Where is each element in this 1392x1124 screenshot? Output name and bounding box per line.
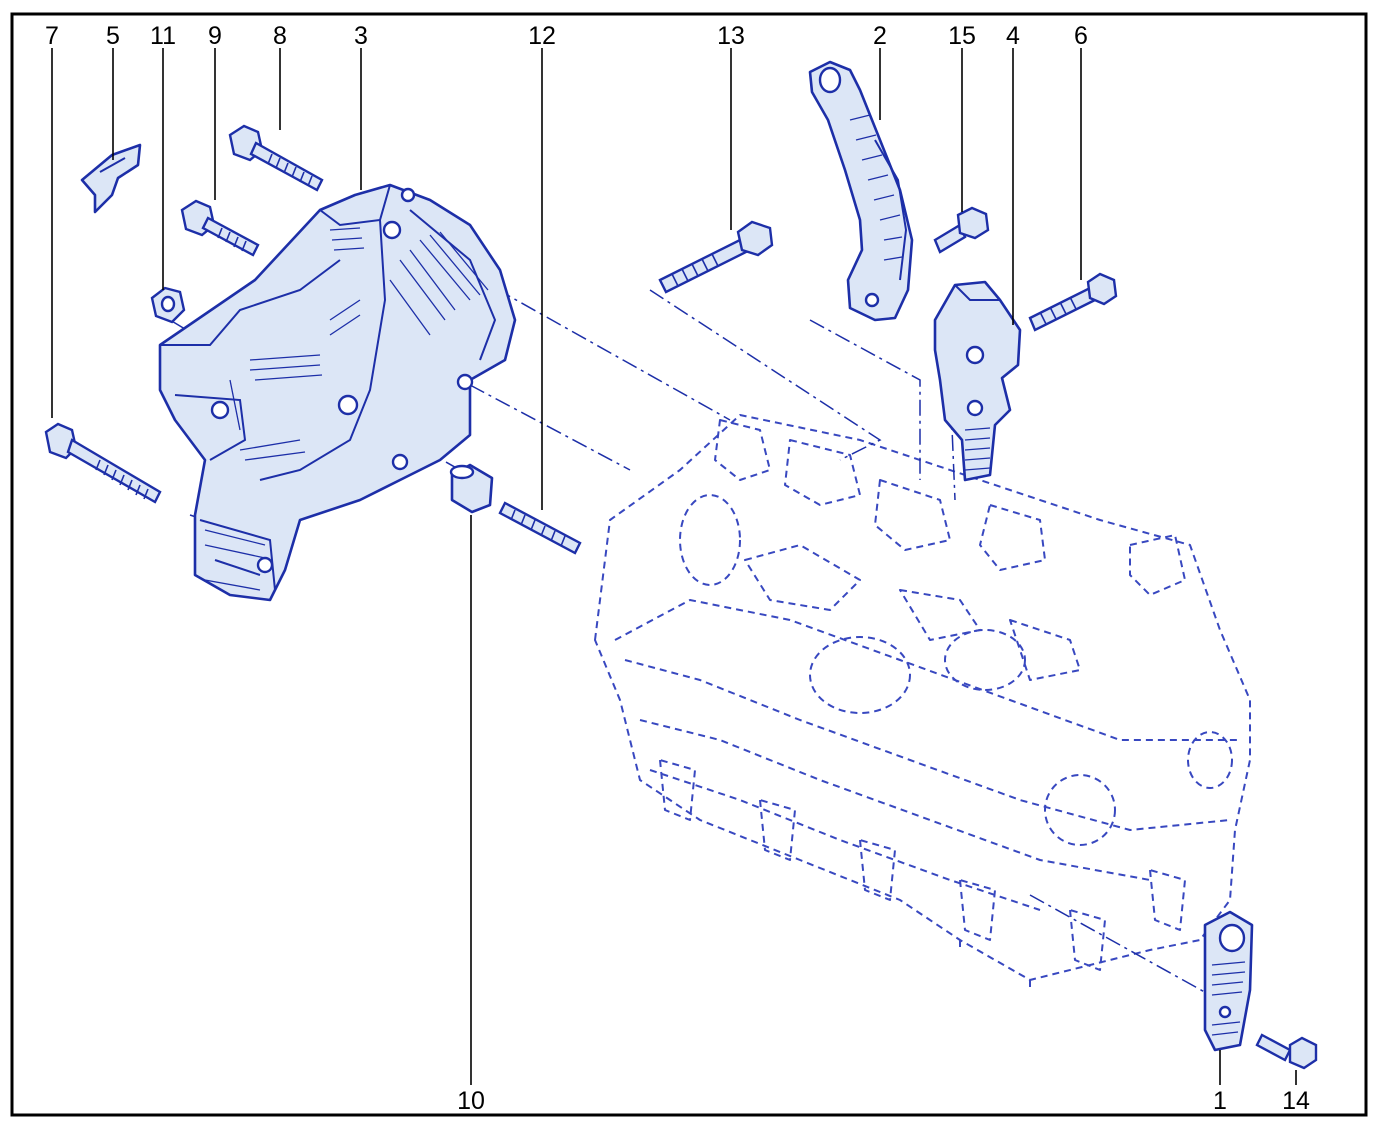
callout-3: 3 [354,22,368,50]
bolt-14-part [1255,1033,1318,1070]
bracket-bolt-hole-top [382,220,402,240]
clip-part [80,143,142,214]
callout-10: 10 [457,1087,485,1115]
spacer-part [449,463,494,514]
main-bracket-part [158,183,517,602]
bolt-9-part [180,199,260,257]
callout-2: 2 [873,22,887,50]
bracket-bolt-hole-centre [337,394,359,416]
bracket-bolt-hole-bottom [256,556,274,574]
plate-part [1203,910,1254,1052]
callout-4: 4 [1006,22,1020,50]
bolt-7-part [44,422,162,504]
bolt-6-part [1028,272,1118,332]
callout-1: 1 [1213,1087,1227,1115]
bracket-bolt-hole-right [456,373,474,391]
callout-9: 9 [208,22,222,50]
callout-6: 6 [1074,22,1088,50]
callout-5: 5 [106,22,120,50]
callout-7: 7 [45,22,59,50]
callout-8: 8 [273,22,287,50]
nut-part [150,286,186,324]
bracket-boss [400,187,416,203]
stud-part [498,501,582,555]
exploded-parts-diagram: 7 5 11 9 8 3 12 13 2 15 4 6 10 1 14 [10,12,1368,1117]
bolt-8-part [228,124,324,192]
bracket-bolt-hole-low [391,453,409,471]
stud-bolt-13-part [658,220,774,294]
engine-block-outline [594,414,1251,990]
callout-12: 12 [528,22,556,50]
callout-15: 15 [948,22,976,50]
callout-13: 13 [717,22,745,50]
sensor-bracket-part [933,280,1022,482]
bracket-bolt-hole-left [210,400,230,420]
strap-part [808,60,914,322]
callout-14: 14 [1282,1087,1310,1115]
bolt-15-part [933,206,990,254]
callout-11: 11 [150,22,176,50]
